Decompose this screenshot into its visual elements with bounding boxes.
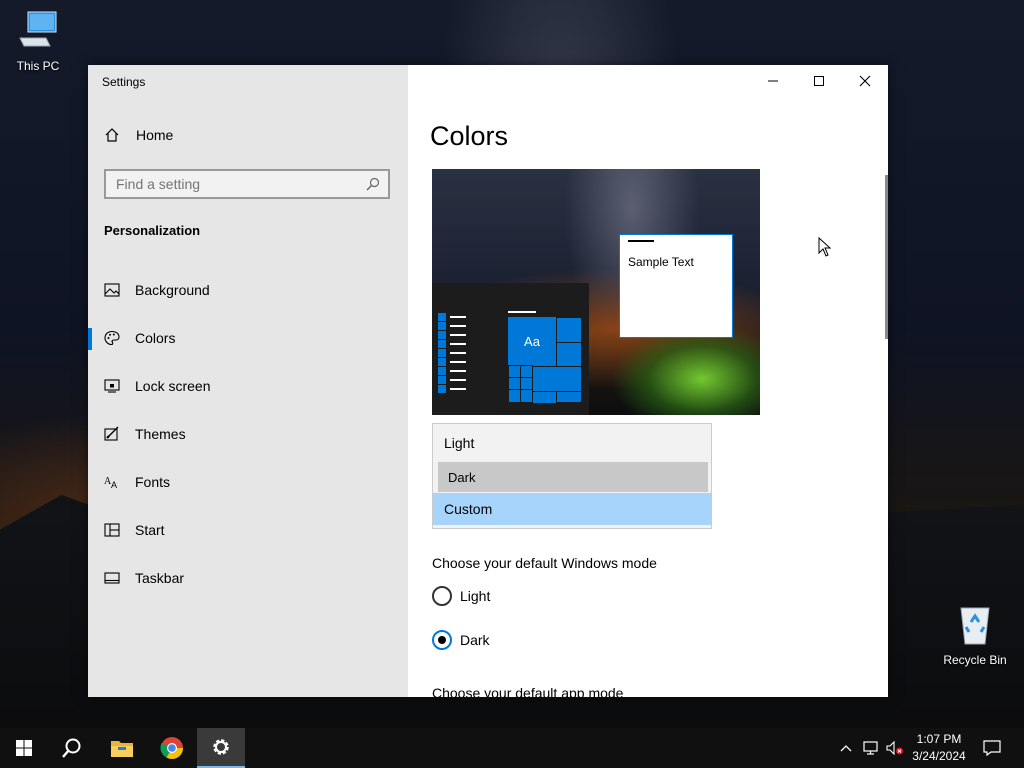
section-heading: Personalization	[104, 223, 201, 238]
preview-window: Sample Text	[619, 234, 733, 338]
dropdown-option-custom[interactable]: Custom	[433, 493, 711, 525]
minimize-icon	[768, 80, 778, 82]
start-button[interactable]	[0, 728, 48, 768]
maximize-button[interactable]	[796, 65, 842, 97]
windows-logo-icon	[16, 740, 32, 756]
desktop-icon-this-pc[interactable]: This PC	[6, 8, 70, 73]
taskbar-icon	[104, 572, 120, 584]
radio-windows-mode-dark[interactable]: Dark	[432, 630, 490, 650]
computer-icon	[19, 11, 57, 47]
settings-sidebar: Settings Home Personalization Background	[88, 65, 408, 697]
dropdown-option-dark[interactable]: Dark	[438, 462, 708, 492]
taskbar-search-button[interactable]	[48, 728, 96, 768]
taskbar: 1:07 PM 3/24/2024	[0, 728, 1024, 768]
preview-start-menu: Aa	[432, 283, 589, 415]
search-icon	[366, 177, 380, 191]
sidebar-item-taskbar[interactable]: Taskbar	[88, 558, 408, 598]
sidebar-item-background[interactable]: Background	[88, 270, 408, 310]
sidebar-item-label: Fonts	[135, 474, 171, 490]
desktop-icon-label: This PC	[16, 59, 60, 73]
fonts-icon: A A	[104, 476, 117, 490]
sidebar-home[interactable]: Home	[104, 127, 173, 143]
chrome-icon	[160, 737, 183, 759]
home-icon	[105, 128, 119, 142]
show-hidden-icons-button[interactable]	[836, 728, 856, 768]
search-box[interactable]	[104, 169, 390, 199]
taskbar-file-explorer[interactable]	[98, 728, 146, 768]
taskbar-settings[interactable]	[197, 728, 245, 768]
scrollbar[interactable]	[885, 175, 888, 339]
preview-app-list	[438, 313, 468, 394]
network-button[interactable]	[860, 728, 882, 768]
settings-icon	[213, 739, 229, 755]
sidebar-item-colors[interactable]: Colors	[88, 318, 408, 358]
radio-label: Light	[460, 588, 491, 604]
volume-muted-icon	[886, 741, 903, 755]
windows-mode-label: Choose your default Windows mode	[432, 555, 657, 571]
clock-date: 3/24/2024	[912, 749, 966, 763]
sidebar-item-themes[interactable]: Themes	[88, 414, 408, 454]
picture-icon	[104, 283, 120, 297]
notification-icon	[983, 740, 1001, 756]
sidebar-item-start[interactable]: Start	[88, 510, 408, 550]
sidebar-item-label: Background	[135, 282, 210, 298]
window-title: Settings	[102, 75, 146, 89]
close-button[interactable]	[842, 65, 888, 97]
sidebar-item-label: Lock screen	[135, 378, 211, 394]
sidebar-item-fonts[interactable]: A A Fonts	[88, 462, 408, 502]
radio-windows-mode-light[interactable]: Light	[432, 586, 490, 606]
svg-text:A: A	[111, 480, 117, 490]
file-explorer-icon	[111, 741, 133, 757]
chevron-up-icon	[840, 745, 852, 752]
start-icon	[104, 523, 120, 537]
window-controls	[750, 65, 888, 97]
volume-button[interactable]	[884, 728, 906, 768]
search-input[interactable]	[106, 171, 356, 197]
preview-sample-text: Sample Text	[628, 255, 694, 269]
sidebar-item-label: Taskbar	[135, 570, 185, 586]
desktop-icon-recycle-bin[interactable]: Recycle Bin	[942, 602, 1008, 667]
mouse-cursor-icon	[818, 237, 832, 257]
taskbar-chrome[interactable]	[148, 728, 196, 768]
maximize-icon	[814, 76, 824, 86]
palette-icon	[104, 330, 120, 346]
radio-circle[interactable]	[432, 586, 452, 606]
minimize-button[interactable]	[750, 65, 796, 97]
page-title: Colors	[430, 121, 509, 151]
lock-screen-icon	[104, 379, 120, 393]
radio-circle-selected[interactable]	[432, 630, 452, 650]
desktop-icon-label: Recycle Bin	[943, 653, 1007, 667]
search-icon	[62, 738, 81, 758]
close-icon	[859, 75, 871, 87]
themes-icon	[104, 426, 119, 441]
sidebar-home-label: Home	[136, 127, 174, 143]
choose-color-dropdown[interactable]: Light Dark Custom	[432, 423, 712, 529]
settings-window: Settings Home Personalization Background	[88, 65, 888, 697]
radio-label: Dark	[460, 632, 490, 648]
sidebar-item-label: Start	[135, 522, 165, 538]
settings-main: Colors Aa Sample Text Light Dark Custom …	[408, 65, 888, 697]
network-icon	[863, 741, 878, 755]
color-preview: Aa Sample Text	[432, 169, 760, 415]
recycle-bin-icon	[960, 607, 990, 645]
sidebar-item-label: Colors	[135, 330, 176, 346]
sidebar-item-label: Themes	[135, 426, 186, 442]
sidebar-item-lock-screen[interactable]: Lock screen	[88, 366, 408, 406]
clock-time: 1:07 PM	[916, 732, 962, 746]
action-center-button[interactable]	[978, 728, 1006, 768]
dropdown-option-light[interactable]: Light	[433, 427, 711, 459]
app-mode-label: Choose your default app mode	[432, 685, 624, 697]
taskbar-clock[interactable]: 1:07 PM 3/24/2024	[906, 731, 972, 765]
preview-tile-label: Aa	[524, 333, 540, 349]
